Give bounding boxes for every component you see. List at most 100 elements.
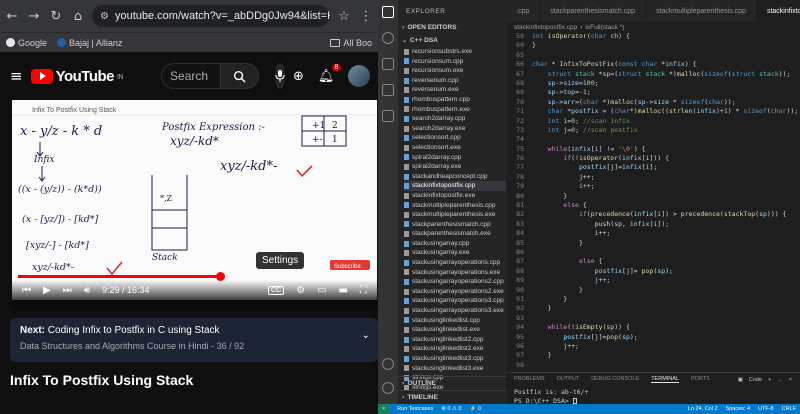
panel-tab[interactable]: PORTS	[691, 376, 710, 383]
settings-icon[interactable]: ⚙	[296, 285, 305, 296]
ports-count[interactable]: ⚡ 0	[469, 406, 480, 412]
timeline-section[interactable]: › TIMELINE	[398, 390, 506, 404]
file-item[interactable]: search2darray.cpp	[404, 114, 506, 124]
site-info-icon[interactable]: ⚙	[100, 11, 109, 22]
close-icon[interactable]: ×	[789, 377, 792, 383]
file-item[interactable]: stackusinglinkedlist2.exe	[404, 344, 506, 354]
panel-tab[interactable]: OUTPUT	[557, 376, 580, 383]
remote-indicator[interactable]: ×	[378, 404, 390, 414]
file-item[interactable]: stackusingarray.cpp	[404, 239, 506, 249]
reload-icon[interactable]: ↻	[48, 9, 64, 24]
theater-icon[interactable]: ▬	[339, 285, 348, 296]
notifications-icon[interactable]: 🔔︎ 8	[318, 63, 342, 84]
run-testcases[interactable]: Run Testcases	[397, 406, 433, 412]
search-input[interactable]: Search	[161, 63, 222, 89]
file-item[interactable]: stackinfixtopostfix.exe	[404, 191, 506, 201]
file-item[interactable]: stackusingarrayoperations2.cpp	[404, 277, 506, 287]
panel-tab[interactable]: DEBUG CONSOLE	[591, 376, 639, 383]
file-item[interactable]: stackparenthesismatch.cpp	[404, 220, 506, 230]
youtube-logo[interactable]: YouTube IN	[30, 68, 124, 85]
menu-icon[interactable]: ≡	[10, 67, 23, 85]
file-item[interactable]: selectionsort.exe	[404, 143, 506, 153]
file-item[interactable]: stackusinglinkedlist.cpp	[404, 316, 506, 326]
file-item[interactable]: rhombuspattern.cpp	[404, 95, 506, 105]
file-item[interactable]: recursionsum.exe	[404, 66, 506, 76]
all-bookmarks[interactable]: All Boo	[330, 38, 372, 48]
editor-tab[interactable]: stackparenthesismatch.cpp	[540, 0, 647, 22]
bookmark-bajaj[interactable]: Bajaj | Allianz	[57, 38, 122, 48]
search-icon[interactable]	[382, 32, 394, 44]
more-icon[interactable]: …	[777, 377, 783, 383]
editor-tab[interactable]: stackinfixtopostfix.cpp	[756, 0, 800, 22]
file-item[interactable]: stackusinglinkedlist2.cpp	[404, 335, 506, 345]
progress-bar[interactable]	[18, 272, 371, 281]
breadcrumb-file[interactable]: stackinfixtopostfix.cpp	[514, 24, 577, 31]
file-item[interactable]: selectionsort.cpp	[404, 133, 506, 143]
extensions-icon[interactable]	[382, 110, 394, 122]
explorer-icon[interactable]	[382, 6, 394, 18]
editor-tab[interactable]: .cpp	[506, 0, 541, 22]
add-terminal-icon[interactable]: +	[768, 377, 771, 383]
home-icon[interactable]: ⌂	[70, 9, 86, 24]
breadcrumb-symbol[interactable]: isFull(stack *)	[585, 24, 624, 31]
file-item[interactable]: stackusinglinkedlist3.cpp	[404, 354, 506, 364]
video-player[interactable]: x - y/z - k * d Infix ((x - (y/z)) - (k*…	[12, 100, 377, 300]
forward-icon[interactable]: →	[26, 9, 42, 24]
file-item[interactable]: search2darray.exe	[404, 124, 506, 134]
next-icon[interactable]: ⏭	[63, 285, 72, 296]
file-item[interactable]: stackusingarrayoperations.cpp	[404, 258, 506, 268]
create-icon[interactable]: ⊕	[293, 69, 304, 84]
file-item[interactable]: stackusingarrayoperations.exe	[404, 268, 506, 278]
encoding[interactable]: UTF-8	[758, 406, 774, 412]
file-item[interactable]: stackusinglinkedlist.exe	[404, 325, 506, 335]
open-editors-section[interactable]: › OPEN EDITORS	[398, 21, 506, 34]
file-item[interactable]: spiral2darray.cpp	[404, 153, 506, 163]
voice-search-button[interactable]	[275, 63, 286, 89]
chevron-down-icon[interactable]: ⌄	[362, 330, 370, 341]
next-video-card[interactable]: Next: Coding Infix to Postfix in C using…	[10, 318, 378, 362]
line-ending[interactable]: CRLF	[782, 406, 796, 412]
outline-section[interactable]: › OUTLINE	[398, 376, 506, 390]
file-item[interactable]: stackusinglinkedlist3.exe	[404, 364, 506, 374]
terminal-icon[interactable]: ▣	[738, 377, 743, 383]
browser-menu-icon[interactable]: ⋮	[358, 9, 374, 24]
terminal-name[interactable]: Code	[749, 377, 762, 383]
bookmark-star-icon[interactable]: ☆	[336, 9, 352, 24]
play-icon[interactable]: ▶	[43, 285, 51, 296]
captions-button[interactable]: CC	[268, 285, 285, 295]
file-item[interactable]: stackandheapconcept.cpp	[404, 172, 506, 182]
file-item[interactable]: recursionsubstrs.exe	[404, 47, 506, 57]
code-editor[interactable]: 59 int isOperator(char ch) {60} 65 66 char *…	[506, 32, 800, 370]
run-debug-icon[interactable]	[382, 84, 394, 96]
miniplayer-icon[interactable]: ▭	[317, 285, 326, 296]
cursor-position[interactable]: Ln 24, Col 2	[688, 406, 718, 412]
manage-gear-icon[interactable]	[382, 382, 394, 394]
file-item[interactable]: stackmultipleparenthesis.exe	[404, 210, 506, 220]
account-icon[interactable]	[382, 358, 394, 370]
file-item[interactable]: stackparenthesismatch.exe	[404, 229, 506, 239]
editor-tab[interactable]: stackmultipleparenthesis.cpp	[646, 0, 757, 22]
file-item[interactable]: reversenum.cpp	[404, 76, 506, 86]
folder-section[interactable]: ⌄ C++ DSA	[398, 34, 506, 47]
file-item[interactable]: recursionsum.cpp	[404, 57, 506, 67]
file-item[interactable]: stackusingarrayoperations2.exe	[404, 287, 506, 297]
fullscreen-icon[interactable]: ⛶	[360, 285, 367, 296]
search-button[interactable]	[221, 63, 260, 89]
indentation[interactable]: Spaces: 4	[726, 406, 750, 412]
panel-tab[interactable]: PROBLEMS	[514, 376, 545, 383]
file-item[interactable]: stackusingarrayoperations3.exe	[404, 306, 506, 316]
file-item[interactable]: rhombuspattern.exe	[404, 105, 506, 115]
file-item[interactable]: stackinfixtopostfix.cpp	[404, 181, 506, 191]
bookmark-google[interactable]: Google	[6, 38, 47, 48]
file-item[interactable]: stackmultipleparenthesis.cpp	[404, 201, 506, 211]
volume-icon[interactable]: 🔊︎	[84, 285, 90, 296]
file-item[interactable]: spiral2darray.exe	[404, 162, 506, 172]
panel-tab[interactable]: TERMINAL	[651, 376, 679, 383]
file-item[interactable]: stackusingarray.exe	[404, 248, 506, 258]
problems-count[interactable]: ⊗ 0 ⚠ 0	[441, 406, 461, 412]
file-item[interactable]: reversenum.exe	[404, 85, 506, 95]
source-control-icon[interactable]	[382, 58, 394, 70]
address-bar[interactable]: ⚙ youtube.com/watch?v=_abDDg0Jw94&list=P…	[92, 5, 330, 27]
previous-icon[interactable]: ⏮	[22, 285, 31, 296]
back-icon[interactable]: ←	[4, 9, 20, 24]
